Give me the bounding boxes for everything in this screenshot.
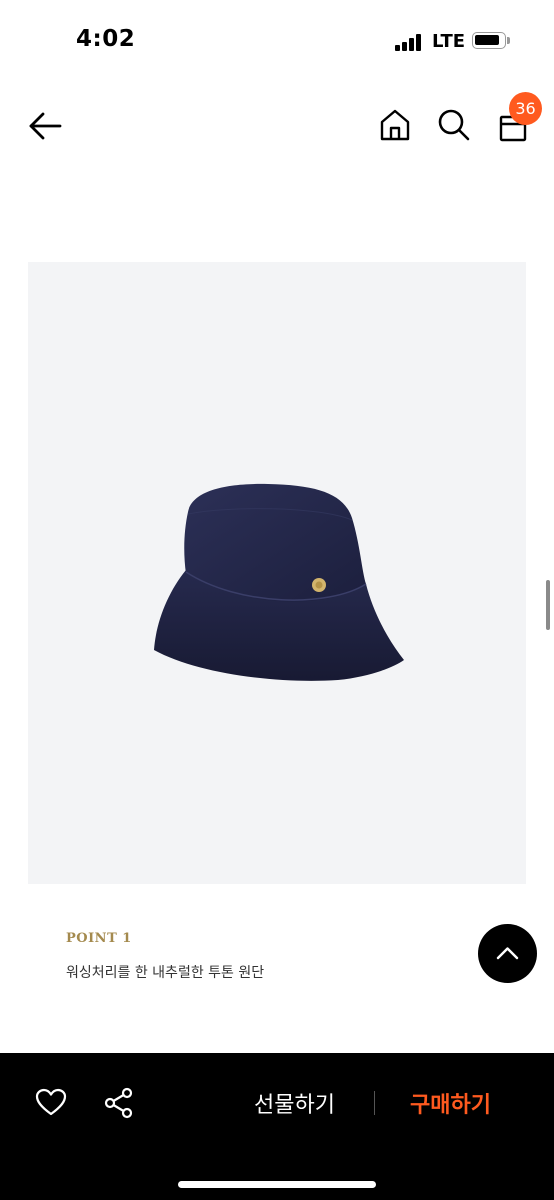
home-button[interactable] bbox=[378, 108, 412, 142]
wishlist-button[interactable] bbox=[34, 1087, 68, 1117]
divider bbox=[374, 1091, 375, 1115]
back-button[interactable] bbox=[26, 108, 64, 144]
home-indicator bbox=[178, 1181, 376, 1188]
point-label: POINT 1 bbox=[66, 931, 132, 946]
network-type: LTE bbox=[432, 31, 466, 52]
bottom-action-bar bbox=[0, 1053, 554, 1200]
screen: 4:02 LTE 36 POINT 1 워싱처리를 한 내추럴한 투톤 원단 선… bbox=[0, 0, 554, 1200]
share-icon bbox=[104, 1087, 133, 1119]
buy-button[interactable]: 구매하기 bbox=[410, 1087, 491, 1119]
signal-icon bbox=[395, 33, 423, 51]
cart-count-badge: 36 bbox=[509, 92, 542, 125]
arrow-left-icon bbox=[29, 112, 62, 140]
battery-icon bbox=[472, 32, 506, 49]
bucket-hat-image bbox=[154, 483, 404, 681]
scroll-to-top-button[interactable] bbox=[478, 924, 537, 983]
chevron-up-icon bbox=[496, 947, 519, 960]
scroll-indicator[interactable] bbox=[546, 580, 550, 630]
gift-button[interactable]: 선물하기 bbox=[254, 1087, 335, 1119]
home-icon bbox=[380, 109, 410, 141]
heart-icon bbox=[35, 1088, 67, 1116]
status-bar: 4:02 LTE bbox=[0, 0, 554, 80]
product-image bbox=[28, 262, 526, 884]
search-icon bbox=[438, 109, 470, 141]
search-button[interactable] bbox=[437, 108, 471, 142]
share-button[interactable] bbox=[102, 1086, 136, 1120]
point-description: 워싱처리를 한 내추럴한 투톤 원단 bbox=[66, 965, 265, 981]
status-time: 4:02 bbox=[76, 26, 136, 52]
